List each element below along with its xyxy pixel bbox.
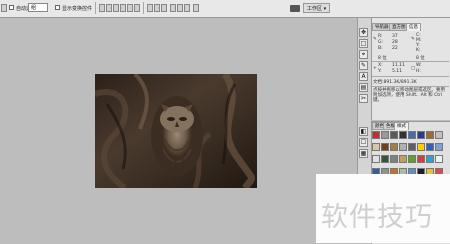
owl-photo[interactable] — [95, 74, 257, 188]
style-swatch[interactable] — [399, 143, 407, 152]
align-center-icon[interactable] — [127, 4, 133, 12]
tool-button[interactable]: □ — [359, 39, 368, 48]
align-middle-icon[interactable] — [106, 4, 112, 12]
tool-button[interactable]: ✥ — [359, 28, 368, 37]
info-label-r: R: — [378, 34, 383, 39]
distribute-bottom-icon[interactable] — [161, 4, 167, 12]
distribute-center-icon[interactable] — [177, 4, 183, 12]
style-swatch[interactable] — [435, 155, 443, 164]
distribute-middle-icon[interactable] — [154, 4, 160, 12]
tool-button[interactable]: ▦ — [359, 149, 368, 158]
divider — [143, 2, 144, 14]
divider — [372, 76, 449, 77]
tool-button[interactable]: ⌖ — [359, 50, 368, 59]
tool-button[interactable]: ▤ — [359, 83, 368, 92]
divider — [372, 61, 449, 62]
style-swatch[interactable] — [381, 143, 389, 152]
info-label-b: B: — [378, 46, 383, 51]
style-swatch[interactable] — [417, 155, 425, 164]
tool-button[interactable]: ✂ — [359, 94, 368, 103]
tab-styles[interactable]: 样式 — [394, 122, 409, 130]
info-value-y-coord: 5.11 — [392, 69, 403, 74]
selection-size-icon: □ — [411, 66, 416, 71]
show-transform-checkbox[interactable] — [55, 5, 60, 10]
eyedropper-icon: ✎ — [411, 37, 415, 42]
style-swatch[interactable] — [390, 143, 398, 152]
tab-info[interactable]: 信息 — [406, 23, 421, 31]
style-swatch[interactable] — [426, 143, 434, 152]
show-transform-label: 显示变换控件 — [62, 6, 93, 12]
auto-select-checkbox[interactable] — [9, 5, 14, 10]
move-tool-icon[interactable] — [1, 4, 7, 12]
style-swatch[interactable] — [372, 131, 380, 139]
distribute-left-icon[interactable] — [170, 4, 176, 12]
style-swatch[interactable] — [426, 131, 434, 139]
info-value-r: 37 — [392, 34, 398, 39]
info-label-y-coord: Y: — [378, 69, 382, 74]
info-label-k: K: — [416, 48, 421, 53]
info-label-g: G: — [378, 40, 384, 45]
auto-select-dropdown[interactable]: 组 — [28, 3, 48, 12]
watermark-text: 软件技巧 — [321, 202, 433, 233]
style-swatch[interactable] — [372, 143, 380, 152]
divider — [95, 2, 96, 14]
tool-button[interactable]: A — [359, 72, 368, 81]
camera-icon[interactable] — [290, 5, 300, 12]
style-swatch[interactable] — [408, 131, 416, 139]
align-left-icon[interactable] — [120, 4, 126, 12]
divider — [372, 86, 449, 87]
info-label-x: X: — [378, 63, 383, 68]
document-size: 文档:891.3K/891.3K — [373, 80, 417, 85]
owl-image — [95, 74, 257, 188]
info-value-x: 11.11 — [392, 63, 405, 68]
workspace-menu[interactable]: 工作区 ▾ — [303, 3, 331, 13]
align-right-icon[interactable] — [134, 4, 140, 12]
style-swatch[interactable] — [435, 143, 443, 152]
style-swatch[interactable] — [381, 131, 389, 139]
distribute-top-icon[interactable] — [147, 4, 153, 12]
align-bottom-icon[interactable] — [113, 4, 119, 12]
style-swatch[interactable] — [417, 131, 425, 139]
eyedropper-icon: ✎ — [373, 37, 377, 42]
crosshair-icon: + — [373, 66, 377, 71]
info-value-g: 28 — [392, 40, 398, 45]
info-label-h: H: — [416, 69, 421, 74]
style-swatch[interactable] — [381, 155, 389, 164]
options-bar: 自动选择: 组 显示变换控件 工作区 ▾ — [0, 0, 450, 18]
style-swatch[interactable] — [390, 131, 398, 139]
tool-button[interactable]: ✎ — [359, 61, 368, 70]
style-swatch[interactable] — [408, 143, 416, 152]
style-swatch[interactable] — [408, 155, 416, 164]
info-label-w: W: — [416, 63, 422, 68]
tool-hint: 点按并拖移以移动图层或选区。要用附加选项，使用 Shift、Alt 和 Ctrl… — [373, 88, 445, 103]
style-swatch[interactable] — [435, 131, 443, 139]
tool-button[interactable]: ◧ — [359, 127, 368, 136]
style-swatch[interactable] — [399, 131, 407, 139]
info-value-b: 22 — [392, 46, 398, 51]
style-swatch[interactable] — [372, 155, 380, 164]
style-swatch[interactable] — [426, 155, 434, 164]
align-top-icon[interactable] — [99, 4, 105, 12]
style-swatch[interactable] — [399, 155, 407, 164]
style-swatch[interactable] — [417, 143, 425, 152]
tool-button[interactable]: ☐ — [359, 138, 368, 147]
style-swatch[interactable] — [390, 155, 398, 164]
distribute-right-icon[interactable] — [184, 4, 190, 12]
auto-align-icon[interactable] — [193, 4, 199, 12]
